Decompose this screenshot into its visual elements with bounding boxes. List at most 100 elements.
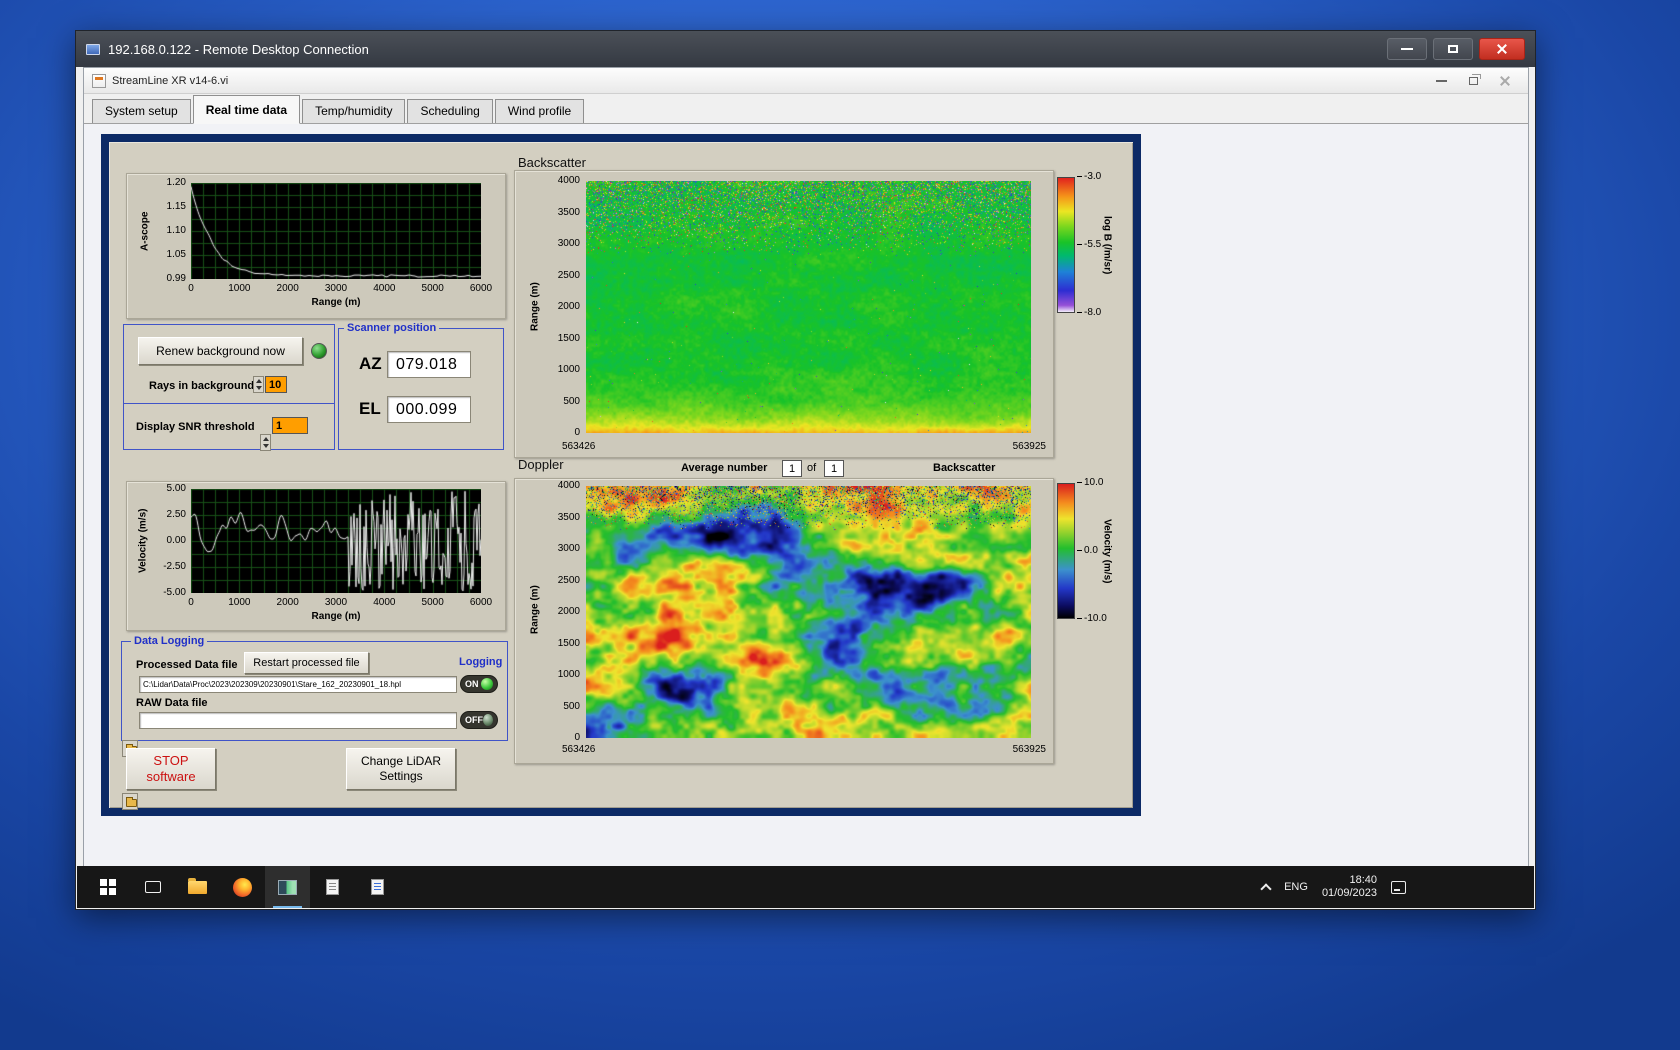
tick-label: 3000 [324,283,348,294]
document-icon-blue [371,879,384,895]
processed-logging-toggle[interactable]: ON [460,675,498,693]
tick-label: 1500 [557,637,580,649]
tick-label: 2000 [276,283,299,294]
velocity-y-axis-label: Velocity (m/s) [137,508,149,574]
tick-label: 500 [563,700,580,712]
snr-threshold-label: Display SNR threshold [136,421,255,433]
vi-close-icon[interactable] [1500,76,1510,86]
tick-label: 0 [188,597,194,608]
rdp-window-title: 192.168.0.122 - Remote Desktop Connectio… [108,41,369,57]
snr-spinner[interactable] [260,434,271,451]
tab-wind-profile[interactable]: Wind profile [494,99,585,123]
az-label: AZ [359,354,382,373]
taskbar: ENG 18:40 01/09/2023 [77,866,1534,908]
tray-time: 18:40 [1349,874,1377,886]
data-logging-title: Data Logging [131,635,208,647]
tab-system-setup[interactable]: System setup [92,99,191,123]
system-tray: ENG 18:40 01/09/2023 [1260,866,1406,908]
tick-label: 0.99 [166,273,186,284]
tick-label: 2500 [557,269,580,281]
vi-window-controls [1436,73,1520,86]
tick-label: -3.0 [1077,171,1101,183]
vi-titlebar[interactable]: StreamLine XR v14-6.vi [84,68,1528,94]
vi-window-title: StreamLine XR v14-6.vi [112,74,229,87]
tick-label: -10.0 [1077,613,1107,625]
ascope-plot [191,183,481,279]
tab-real-time-data[interactable]: Real time data [192,95,301,124]
tick-label: 2.50 [166,509,186,520]
tick-label: 0 [188,283,194,294]
notes-app-button[interactable] [355,866,400,908]
tick-label: 1000 [557,364,580,375]
tick-label: 2000 [557,301,580,312]
rdp-close-button[interactable] [1479,38,1525,60]
tick-label: 3000 [557,238,580,249]
scanner-position-group [338,328,504,450]
tick-label: 10.0 [1077,477,1103,489]
rdp-computer-icon [86,43,100,55]
minimize-icon [1401,48,1413,50]
rays-spinner[interactable] [253,376,264,393]
taskbar-clock[interactable]: 18:40 01/09/2023 [1322,874,1377,900]
doppler-x-start: 563426 [562,744,596,755]
action-center-icon[interactable] [1391,880,1406,894]
raw-path-field[interactable] [139,712,457,729]
tick-label: 1000 [228,283,251,294]
stop-software-button[interactable]: STOP software [126,748,216,790]
el-label: EL [359,399,381,418]
backscatter-colorbar-label: log B (/m/sr) [1101,215,1113,275]
processed-data-file-label: Processed Data file [136,659,238,671]
ascope-x-axis: 0 1000 2000 3000 4000 5000 6000 [188,283,492,295]
tab-bar: System setup Real time data Temp/humidit… [84,94,1528,124]
tick-label: 1500 [557,332,580,344]
tab-scheduling[interactable]: Scheduling [407,99,493,123]
active-app-button[interactable] [265,866,310,908]
backscatter-y-axis: 4000 3500 3000 2500 2000 1500 1000 500 0 [546,175,582,438]
renew-status-led [311,343,327,359]
backscatter-colorbar [1057,177,1075,313]
raw-path-browse-button[interactable] [122,793,138,810]
tick-label: 500 [563,395,580,407]
change-lidar-settings-button[interactable]: Change LiDAR Settings [346,748,456,790]
rays-value[interactable]: 10 [265,376,287,393]
maximize-icon [1448,45,1458,53]
tick-label: 1.10 [166,225,186,236]
rdp-maximize-button[interactable] [1433,38,1473,60]
tick-label: 1.05 [166,249,186,260]
file-explorer-button[interactable] [175,866,220,908]
tick-label: 3500 [557,511,580,523]
vi-restore-icon[interactable] [1469,73,1481,85]
processed-path-field[interactable]: C:\Lidar\Data\Proc\2023\202309\20230901\… [139,676,457,693]
tick-label: 0 [574,427,580,438]
vi-minimize-icon[interactable] [1436,79,1447,82]
windows-logo-icon [99,879,116,895]
doppler-colorbar-label: Velocity (m/s) [1101,518,1113,584]
rdp-window: 192.168.0.122 - Remote Desktop Connectio… [75,30,1536,910]
of-label: of [807,462,817,474]
language-indicator[interactable]: ENG [1284,881,1308,893]
desktop-background: 192.168.0.122 - Remote Desktop Connectio… [0,0,1680,1050]
task-view-button[interactable] [130,866,175,908]
doppler-heatmap [586,486,1031,738]
rdp-minimize-button[interactable] [1387,38,1427,60]
rdp-titlebar[interactable]: 192.168.0.122 - Remote Desktop Connectio… [76,31,1535,67]
raw-logging-toggle[interactable]: OFF [460,711,498,729]
backscatter-x-start: 563426 [562,441,596,452]
firefox-button[interactable] [220,866,265,908]
scan-scheduler-button[interactable] [310,866,355,908]
raw-data-file-label: RAW Data file [136,697,208,709]
tab-temp-humidity[interactable]: Temp/humidity [302,99,406,123]
backscatter-title: Backscatter [518,155,586,170]
stop-button-line1: STOP [153,753,189,768]
average-total-value[interactable]: 1 [824,460,844,477]
snr-value[interactable]: 1 [272,417,308,434]
tick-label: -8.0 [1077,307,1101,319]
restart-processed-file-button[interactable]: Restart processed file [244,652,369,674]
renew-background-button[interactable]: Renew background now [138,337,303,365]
tick-label: 0.0 [1077,545,1098,557]
average-number-value[interactable]: 1 [782,460,802,477]
velocity-y-axis: 5.00 2.50 0.00 -2.50 -5.00 [150,483,188,598]
tick-label: 1000 [557,669,580,680]
start-button[interactable] [85,866,130,908]
tray-expand-icon[interactable] [1260,883,1272,895]
